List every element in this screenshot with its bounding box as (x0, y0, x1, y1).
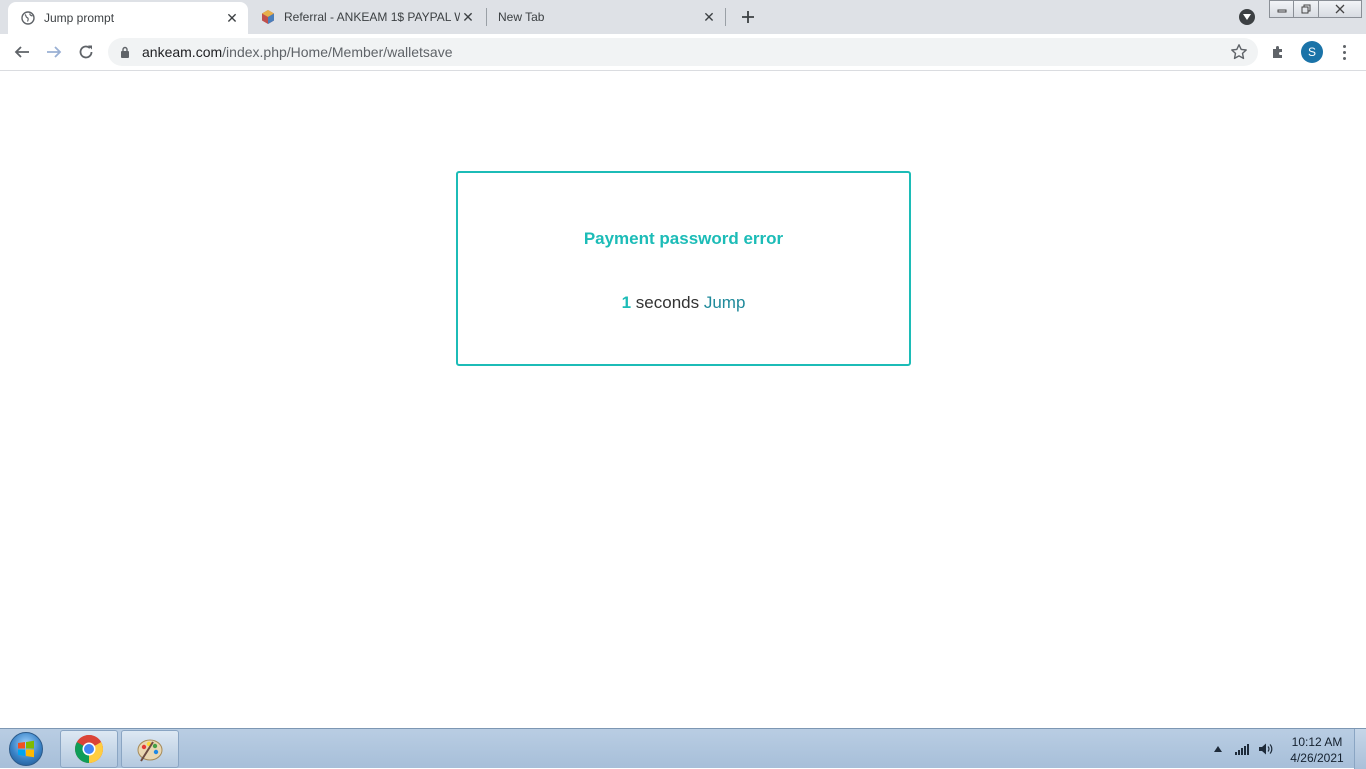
windows-logo-icon (9, 732, 43, 766)
bookmark-star-icon[interactable] (1230, 43, 1248, 61)
tab-search-chevron-icon[interactable] (1239, 9, 1255, 25)
volume-speaker-icon[interactable] (1256, 739, 1276, 759)
countdown-seconds: 1 (621, 293, 632, 312)
jump-prompt-box: Payment password error 1 seconds Jump (456, 171, 911, 366)
url-host: ankeam.com (142, 44, 223, 60)
countdown-suffix: seconds (631, 293, 704, 312)
restore-button[interactable] (1294, 0, 1319, 18)
tab-separator (725, 8, 726, 26)
profile-avatar[interactable]: S (1301, 41, 1323, 63)
tab-strip: Jump prompt ✕ Referral - ANKEAM 1$ PAYPA… (0, 0, 1366, 34)
redirect-countdown: 1 seconds Jump (458, 293, 909, 313)
error-message: Payment password error (583, 229, 784, 248)
tab-close-icon[interactable]: ✕ (224, 10, 240, 26)
extensions-puzzle-icon[interactable] (1269, 42, 1289, 62)
tab-close-icon[interactable]: ✕ (460, 9, 476, 25)
show-desktop-button[interactable] (1354, 729, 1366, 769)
taskbar-chrome[interactable] (60, 730, 118, 768)
ankeam-logo-icon (260, 9, 276, 25)
clock-date: 4/26/2021 (1290, 751, 1344, 765)
address-bar[interactable]: ankeam.com/index.php/Home/Member/wallets… (108, 38, 1258, 66)
network-signal-icon[interactable] (1232, 739, 1252, 759)
forward-arrow-icon[interactable] (42, 40, 66, 64)
jump-link[interactable]: Jump (704, 293, 746, 312)
lock-icon[interactable] (120, 46, 134, 58)
tab-new-tab[interactable]: New Tab ✕ (487, 0, 725, 34)
new-tab-plus-icon[interactable] (737, 6, 759, 28)
browser-menu-icon[interactable] (1336, 42, 1352, 62)
windows-taskbar: 10:12 AM 4/26/2021 (0, 728, 1366, 769)
close-window-button[interactable] (1319, 0, 1362, 18)
paint-palette-icon (137, 739, 163, 762)
clock-time: 10:12 AM (1291, 735, 1343, 749)
tab-close-icon[interactable]: ✕ (701, 9, 717, 25)
minimize-button[interactable] (1269, 0, 1294, 18)
window-controls (1269, 0, 1362, 18)
globe-icon (20, 10, 36, 26)
show-hidden-icons-arrow-icon[interactable] (1208, 739, 1228, 759)
tab-jump-prompt[interactable]: Jump prompt ✕ (8, 2, 248, 34)
taskbar-paint[interactable] (121, 730, 179, 768)
reload-icon[interactable] (74, 40, 98, 64)
back-arrow-icon[interactable] (10, 40, 34, 64)
start-button[interactable] (6, 731, 46, 767)
chrome-icon (75, 735, 103, 763)
tab-title: New Tab (498, 10, 545, 24)
tab-referral[interactable]: Referral - ANKEAM 1$ PAYPAL W ✕ (248, 0, 486, 34)
browser-toolbar: ankeam.com/index.php/Home/Member/wallets… (0, 34, 1366, 71)
url-text: ankeam.com/index.php/Home/Member/wallets… (142, 44, 453, 60)
tab-title: Referral - ANKEAM 1$ PAYPAL W (284, 10, 460, 24)
tab-title: Jump prompt (44, 11, 115, 25)
url-path: /index.php/Home/Member/walletsave (222, 44, 453, 60)
system-tray (1208, 729, 1280, 769)
page-content: Payment password error 1 seconds Jump (0, 72, 1366, 728)
taskbar-clock[interactable]: 10:12 AM 4/26/2021 (1282, 734, 1352, 766)
